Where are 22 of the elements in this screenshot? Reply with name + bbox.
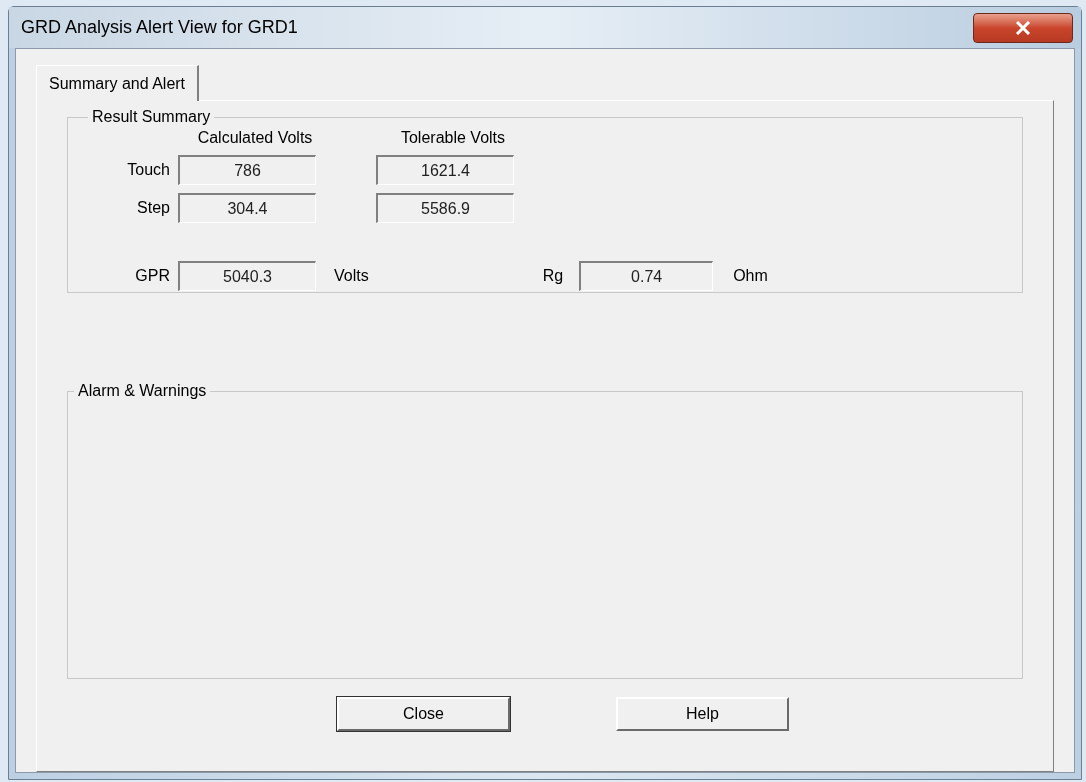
value-field[interactable]: 786: [178, 155, 316, 185]
tab[interactable]: Summary and Alert: [36, 65, 200, 101]
value-field[interactable]: 0.74: [579, 261, 714, 291]
group-title: Alarm & Warnings: [77, 381, 208, 401]
value-field[interactable]: 5586.9: [376, 193, 514, 223]
column-heading: Tolerable Volts: [399, 129, 507, 147]
close-button[interactable]: [973, 12, 1073, 43]
value-field[interactable]: 1621.4: [376, 155, 514, 185]
gpr-label: GPR: [134, 266, 171, 286]
value-field[interactable]: 5040.3: [178, 261, 316, 291]
value-field[interactable]: 304.4: [178, 193, 316, 223]
group-title: Result Summary: [91, 107, 212, 127]
dialog-button[interactable]: Help: [616, 697, 789, 731]
dialog-button[interactable]: Close: [337, 697, 510, 731]
unit-label: Ohm: [733, 266, 768, 286]
row-label: Touch: [126, 160, 171, 180]
column-heading: Calculated Volts: [196, 129, 314, 147]
window-title: GRD Analysis Alert View for GRD1: [21, 16, 298, 39]
close-icon: [1015, 20, 1031, 35]
unit-label: Volts: [334, 266, 369, 286]
rg-label: Rg: [542, 266, 564, 286]
row-label: Step: [136, 198, 171, 218]
